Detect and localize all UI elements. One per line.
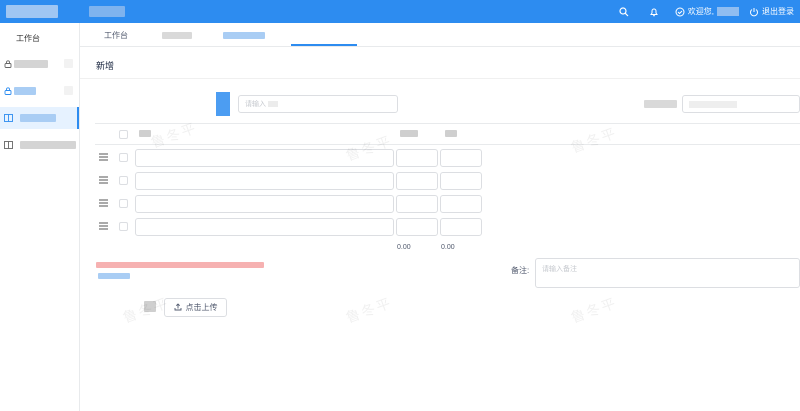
drag-handle-icon[interactable] [99, 153, 108, 161]
search-icon[interactable] [619, 6, 629, 17]
header-actions: 欢迎您, 退出登录 [619, 0, 794, 23]
book-icon [4, 114, 13, 122]
row-amount-input[interactable] [440, 218, 482, 236]
row-checkbox[interactable] [119, 222, 128, 231]
remark-textarea[interactable]: 请输入备注 [535, 258, 800, 288]
active-tab-indicator [291, 44, 357, 46]
book-icon [4, 141, 13, 149]
row-checkbox[interactable] [119, 199, 128, 208]
lock-icon [4, 60, 12, 68]
welcome-text: 欢迎您, [687, 7, 714, 16]
row-amount-input[interactable] [440, 195, 482, 213]
row-qty-input[interactable] [396, 218, 438, 236]
table-row [95, 193, 800, 215]
logout-label: 退出登录 [762, 7, 794, 16]
sidebar-subitem-active[interactable] [0, 107, 79, 129]
row-amount-input[interactable] [440, 149, 482, 167]
tab-bar: 工作台 [80, 23, 800, 47]
column-header [400, 130, 418, 137]
search-input-placeholder: 请输入 [245, 101, 266, 108]
table-row [95, 216, 800, 238]
sidebar: 工作台 [0, 23, 80, 411]
divider [80, 78, 800, 79]
lock-icon [4, 87, 12, 95]
power-icon [749, 7, 759, 17]
chevron-down-icon [64, 59, 73, 68]
row-name-input[interactable] [135, 172, 394, 190]
watermark: 鲁冬平 [121, 295, 172, 327]
app-logo [6, 5, 58, 18]
tab-item[interactable] [162, 32, 192, 39]
header-nav-item[interactable] [89, 6, 125, 17]
sidebar-subitem[interactable] [0, 134, 79, 156]
watermark: 鲁冬平 [569, 295, 620, 327]
sidebar-item[interactable] [0, 53, 79, 75]
row-checkbox[interactable] [119, 153, 128, 162]
sidebar-item-label [14, 60, 48, 68]
row-name-input[interactable] [135, 218, 394, 236]
add-row-link[interactable] [98, 273, 130, 279]
tab-item-active[interactable] [223, 32, 265, 39]
total-qty: 0.00 [397, 244, 411, 251]
column-header [445, 130, 457, 137]
sidebar-item-label [14, 87, 36, 95]
welcome-user[interactable]: 欢迎您, [675, 6, 739, 17]
drag-handle-icon[interactable] [99, 222, 108, 230]
watermark: 鲁冬平 [344, 295, 395, 327]
page-title: 新增 [96, 61, 115, 71]
field-input[interactable] [682, 95, 800, 113]
sidebar-title[interactable]: 工作台 [16, 33, 40, 44]
detail-table [95, 123, 800, 258]
validation-message [96, 262, 264, 268]
placeholder-suffix [268, 101, 278, 107]
upload-button[interactable]: 点击上传 [164, 298, 227, 317]
table-row [95, 170, 800, 192]
sidebar-item-label [20, 141, 76, 149]
drag-handle-icon[interactable] [99, 176, 108, 184]
user-circle-icon [675, 7, 685, 17]
top-navbar: 欢迎您, 退出登录 [0, 0, 800, 23]
table-row [95, 147, 800, 169]
drag-handle-icon[interactable] [99, 199, 108, 207]
search-input[interactable]: 请输入 [238, 95, 398, 113]
row-qty-input[interactable] [396, 172, 438, 190]
total-amount: 0.00 [441, 244, 455, 251]
sidebar-item-label [20, 114, 56, 122]
tab-workbench[interactable]: 工作台 [104, 30, 128, 41]
upload-button-label: 点击上传 [185, 303, 218, 312]
field-input-placeholder [689, 100, 737, 108]
row-checkbox[interactable] [119, 176, 128, 185]
upload-icon [174, 302, 182, 313]
chevron-up-icon [64, 86, 73, 95]
sidebar-item[interactable] [0, 80, 79, 102]
bell-icon[interactable] [649, 7, 659, 17]
select-all-checkbox[interactable] [119, 130, 128, 139]
username [717, 7, 739, 16]
field-label [644, 100, 677, 108]
remark-label: 备注: [511, 266, 530, 275]
logout-button[interactable]: 退出登录 [749, 6, 794, 17]
row-amount-input[interactable] [440, 172, 482, 190]
row-qty-input[interactable] [396, 195, 438, 213]
table-header [95, 124, 800, 145]
row-name-input[interactable] [135, 195, 394, 213]
row-qty-input[interactable] [396, 149, 438, 167]
field-label-marker [216, 92, 230, 116]
